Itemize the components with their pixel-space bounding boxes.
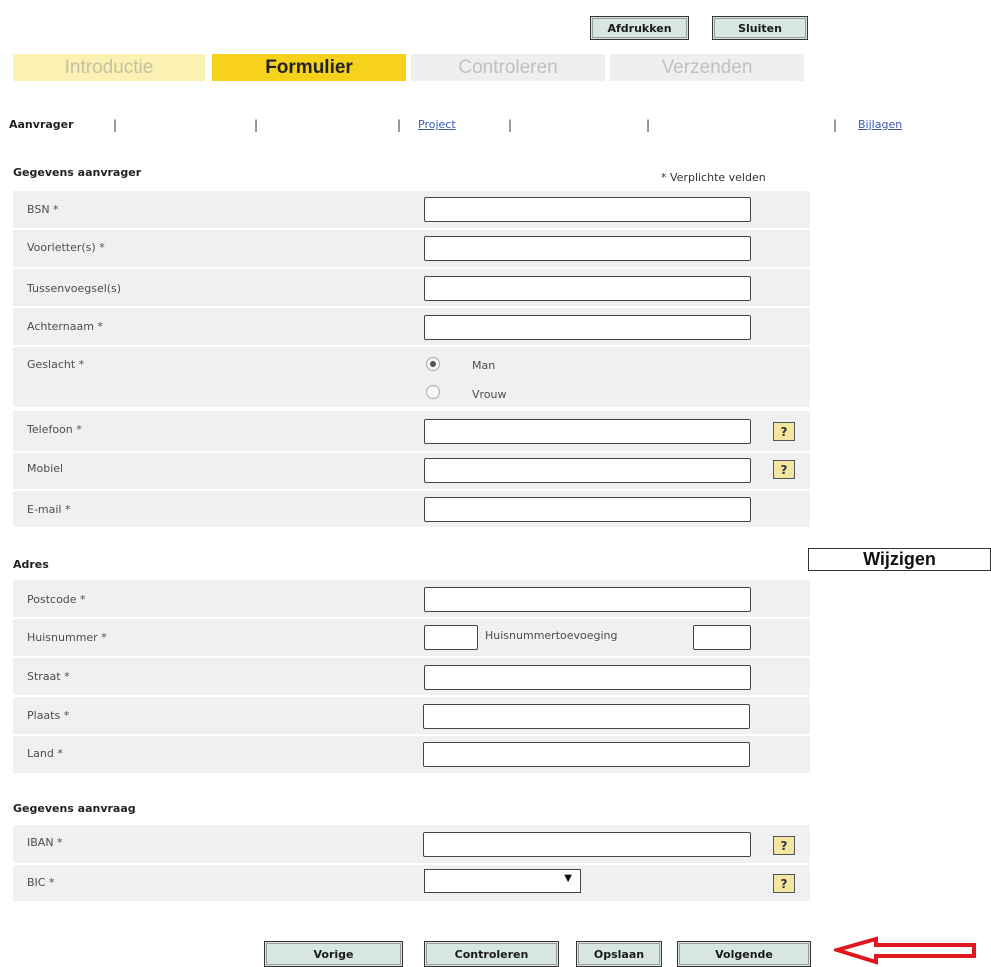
house-number-input[interactable] bbox=[424, 625, 478, 650]
form-row-email: E-mail * bbox=[13, 491, 810, 529]
bic-help-icon[interactable]: ? bbox=[773, 874, 795, 893]
subnav-project[interactable]: Project bbox=[418, 118, 456, 131]
street-label: Straat * bbox=[27, 670, 70, 683]
arrow-left-icon bbox=[834, 936, 976, 965]
form-row-bsn: BSN * bbox=[13, 191, 810, 230]
form-row-house-number: Huisnummer * Huisnummertoevoeging bbox=[13, 619, 810, 658]
close-button[interactable]: Sluiten bbox=[712, 16, 808, 40]
mobile-help-icon[interactable]: ? bbox=[773, 460, 795, 479]
initials-input[interactable] bbox=[424, 236, 751, 261]
city-label: Plaats * bbox=[27, 709, 70, 722]
form-row-postcode: Postcode * bbox=[13, 580, 810, 619]
house-number-label: Huisnummer * bbox=[27, 631, 107, 644]
house-number-addition-input[interactable] bbox=[693, 625, 751, 650]
bsn-label: BSN * bbox=[27, 203, 59, 216]
section-title-applicant: Gegevens aanvrager bbox=[13, 166, 142, 179]
form-row-mobile: Mobiel ? bbox=[13, 453, 810, 491]
print-button[interactable]: Afdrukken bbox=[590, 16, 689, 40]
country-label: Land * bbox=[27, 747, 63, 760]
prefix-input[interactable] bbox=[424, 276, 751, 301]
form-row-initials: Voorletter(s) * bbox=[13, 230, 810, 269]
mobile-input[interactable] bbox=[424, 458, 751, 483]
bsn-input[interactable] bbox=[424, 197, 751, 222]
email-input[interactable] bbox=[424, 497, 751, 522]
step-controleren[interactable]: Controleren bbox=[411, 54, 605, 81]
chevron-down-icon: ▼ bbox=[564, 873, 572, 884]
gender-female-label: Vrouw bbox=[472, 388, 507, 401]
gender-male-label: Man bbox=[472, 359, 496, 372]
form-row-phone: Telefoon * ? bbox=[13, 411, 810, 453]
subnav-separator: | bbox=[508, 118, 513, 132]
form-row-gender: Geslacht * Man Vrouw bbox=[13, 347, 810, 409]
form-row-country: Land * bbox=[13, 736, 810, 775]
iban-help-icon[interactable]: ? bbox=[773, 836, 795, 855]
required-fields-note: * Verplichte velden bbox=[661, 171, 766, 184]
prefix-label: Tussenvoegsel(s) bbox=[27, 282, 122, 295]
mobile-label: Mobiel bbox=[27, 462, 64, 475]
iban-label: IBAN * bbox=[27, 836, 63, 849]
phone-label: Telefoon * bbox=[27, 423, 82, 436]
surname-label: Achternaam * bbox=[27, 320, 103, 333]
postcode-label: Postcode * bbox=[27, 593, 86, 606]
form-row-street: Straat * bbox=[13, 658, 810, 697]
postcode-input[interactable] bbox=[424, 587, 751, 612]
subnav-separator: | bbox=[397, 118, 402, 132]
surname-input[interactable] bbox=[424, 315, 751, 340]
gender-male-radio[interactable] bbox=[426, 357, 440, 371]
subnav-separator: | bbox=[113, 118, 118, 132]
form-row-city: Plaats * bbox=[13, 697, 810, 736]
save-button[interactable]: Opslaan bbox=[576, 941, 662, 967]
form-row-bic: BIC * ▼ ? bbox=[13, 865, 810, 903]
phone-input[interactable] bbox=[424, 419, 751, 444]
form-row-surname: Achternaam * bbox=[13, 308, 810, 347]
form-row-iban: IBAN * ? bbox=[13, 825, 810, 865]
step-verzenden[interactable]: Verzenden bbox=[610, 54, 804, 81]
section-title-address: Adres bbox=[13, 558, 49, 571]
bic-label: BIC * bbox=[27, 876, 55, 889]
gender-label: Geslacht * bbox=[27, 358, 85, 371]
house-number-addition-label: Huisnummertoevoeging bbox=[485, 629, 618, 642]
subnav-separator: | bbox=[646, 118, 651, 132]
change-address-button[interactable]: Wijzigen bbox=[808, 548, 991, 571]
country-input[interactable] bbox=[423, 742, 750, 767]
previous-button[interactable]: Vorige bbox=[264, 941, 403, 967]
subnav-aanvrager[interactable]: Aanvrager bbox=[9, 118, 74, 131]
section-title-request: Gegevens aanvraag bbox=[13, 802, 136, 815]
iban-input[interactable] bbox=[423, 832, 751, 857]
gender-female-radio[interactable] bbox=[426, 385, 440, 399]
form-row-prefix: Tussenvoegsel(s) bbox=[13, 269, 810, 308]
subnav-separator: | bbox=[254, 118, 259, 132]
next-button[interactable]: Volgende bbox=[677, 941, 811, 967]
step-introductie[interactable]: Introductie bbox=[13, 54, 205, 81]
initials-label: Voorletter(s) * bbox=[27, 241, 105, 254]
subnav-separator: | bbox=[833, 118, 838, 132]
bic-select[interactable]: ▼ bbox=[424, 869, 581, 893]
city-input[interactable] bbox=[423, 704, 750, 729]
phone-help-icon[interactable]: ? bbox=[773, 422, 795, 441]
step-formulier[interactable]: Formulier bbox=[212, 54, 406, 81]
email-label: E-mail * bbox=[27, 503, 71, 516]
subnav-bijlagen[interactable]: Bijlagen bbox=[858, 118, 902, 131]
check-button[interactable]: Controleren bbox=[424, 941, 559, 967]
street-input[interactable] bbox=[424, 665, 751, 690]
